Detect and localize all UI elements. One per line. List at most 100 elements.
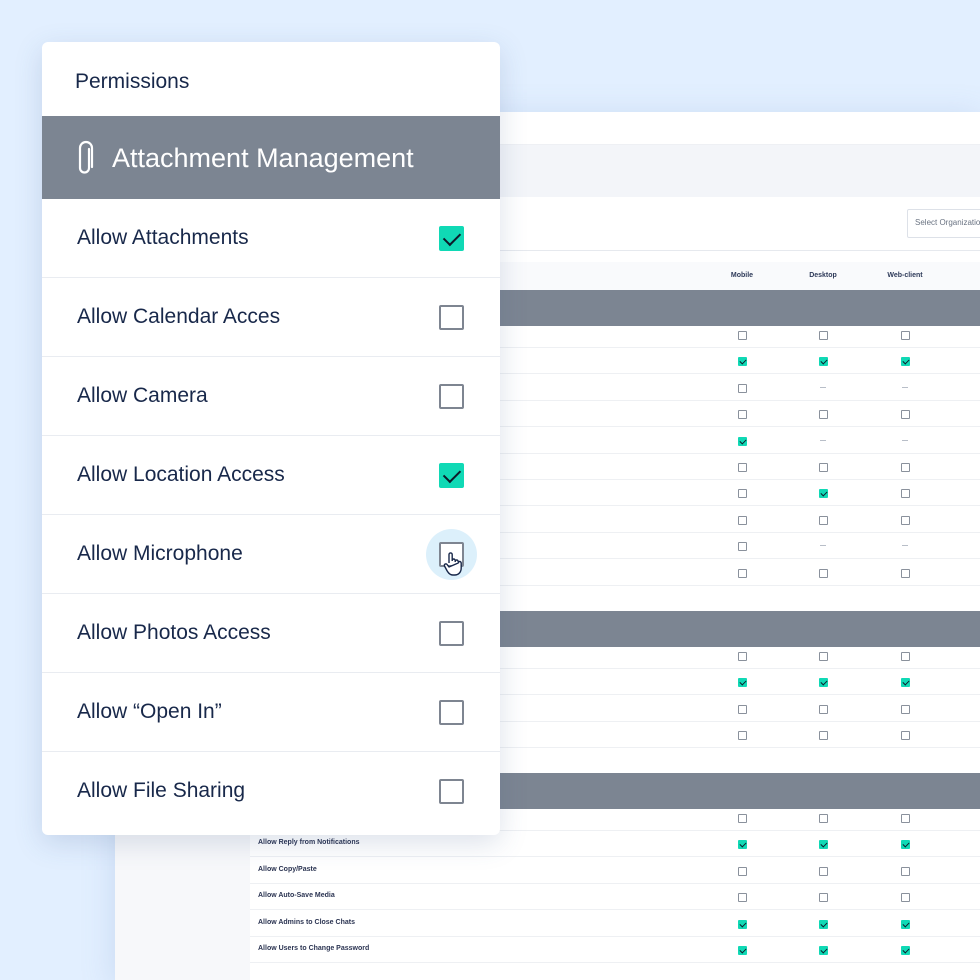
table-checkbox[interactable] [738,919,747,929]
table-checkbox[interactable] [901,893,910,903]
table-checkbox[interactable] [738,463,747,472]
permission-row-attachments: Allow Attachments [42,199,500,278]
organization-select[interactable]: Select Organization [907,209,980,238]
table-checkbox[interactable] [819,893,828,903]
table-checkbox[interactable] [901,946,910,955]
table-checkbox[interactable] [738,383,747,393]
permissions-panel: Permissions Attachment Management Allow … [42,42,500,835]
allow-location-checkbox[interactable] [439,463,464,488]
table-checkbox[interactable] [819,946,828,955]
table-checkbox[interactable] [819,357,828,367]
paperclip-icon [78,140,94,174]
table-checkbox[interactable] [901,814,910,823]
permission-row-location: Allow Location Access [42,436,500,515]
table-row-label: Allow Reply from Notifications [258,839,360,847]
table-checkbox[interactable] [901,515,910,525]
table-checkbox[interactable] [819,866,828,876]
table-checkbox[interactable] [738,331,747,340]
table-checkbox[interactable] [738,410,747,420]
table-checkbox[interactable] [819,919,828,929]
table-checkbox[interactable] [901,463,910,472]
table-checkbox[interactable] [738,436,747,446]
permission-label: Allow Attachments [77,226,249,249]
table-checkbox[interactable] [738,946,747,955]
table-checkbox[interactable] [738,542,747,552]
not-applicable-dash [820,545,826,547]
table-checkbox[interactable] [738,731,747,741]
table-checkbox[interactable] [819,704,828,714]
permission-row-file-sharing: Allow File Sharing [42,752,500,831]
not-applicable-dash [820,439,826,441]
table-checkbox[interactable] [819,331,828,340]
table-row-label: Allow Auto-Save Media [258,892,335,900]
table-checkbox[interactable] [901,731,910,741]
table-checkbox[interactable] [738,357,747,367]
not-applicable-dash [902,545,908,547]
column-header-mobile: Mobile [730,272,754,279]
table-checkbox[interactable] [819,840,828,850]
table-checkbox[interactable] [738,515,747,525]
table-checkbox[interactable] [738,678,747,688]
table-checkbox[interactable] [738,840,747,850]
table-checkbox[interactable] [901,357,910,367]
permission-label: Allow “Open In” [77,700,222,723]
table-row-label: Allow Users to Change Password [258,945,370,952]
section-header: Attachment Management [42,116,500,199]
table-checkbox[interactable] [819,678,828,688]
permission-label: Allow Location Access [77,463,285,486]
table-row-label: Allow Admins to Close Chats [258,918,355,926]
table-checkbox[interactable] [819,410,828,420]
permission-label: Allow Photos Access [77,621,271,644]
table-checkbox[interactable] [819,814,828,823]
not-applicable-dash [820,386,826,388]
table-checkbox[interactable] [901,678,910,688]
table-checkbox[interactable] [738,489,747,499]
allow-calendar-checkbox[interactable] [439,305,464,330]
section-title: Attachment Management [112,143,414,173]
permission-row-photos: Allow Photos Access [42,594,500,673]
permission-label: Allow Calendar Acces [77,305,281,328]
permission-label: Allow Camera [77,384,208,407]
allow-file-sharing-checkbox[interactable] [439,779,464,804]
table-checkbox[interactable] [901,866,910,876]
allow-camera-checkbox[interactable] [439,384,464,409]
table-checkbox[interactable] [901,410,910,420]
table-checkbox[interactable] [901,919,910,929]
table-checkbox[interactable] [901,568,910,578]
permission-row-open-in: Allow “Open In” [42,673,500,752]
not-applicable-dash [902,439,908,441]
column-header-desktop: Desktop [809,272,837,279]
table-checkbox[interactable] [901,331,910,340]
table-checkbox[interactable] [738,568,747,578]
permission-row-calendar: Allow Calendar Acces [42,278,500,357]
table-checkbox[interactable] [734,810,751,827]
column-header-web-client: Web-client [887,272,923,279]
table-checkbox[interactable] [738,866,747,876]
permission-row-camera: Allow Camera [42,357,500,436]
table-row: Allow Admins to Close Chats [250,911,980,937]
table-checkbox[interactable] [901,704,910,714]
table-checkbox[interactable] [819,489,828,499]
table-row-label: Allow Copy/Paste [258,865,317,873]
table-checkbox[interactable] [819,652,828,661]
permission-row-microphone: Allow Microphone [42,515,500,594]
permission-label: Allow Microphone [77,542,243,565]
table-checkbox[interactable] [901,840,910,850]
table-checkbox[interactable] [819,463,828,472]
table-row: Allow Reply from Notifications [250,831,980,858]
allow-photos-checkbox[interactable] [439,621,464,646]
not-applicable-dash [902,386,908,388]
table-checkbox[interactable] [819,568,828,578]
allow-open-in-checkbox[interactable] [439,700,464,725]
table-row: Allow Auto-Save Media [250,884,980,911]
table-checkbox[interactable] [819,731,828,741]
table-checkbox[interactable] [901,489,910,499]
table-row: Allow Copy/Paste [250,858,980,884]
table-checkbox[interactable] [738,893,747,903]
allow-attachments-checkbox[interactable] [439,226,464,251]
table-checkbox[interactable] [901,652,910,661]
table-checkbox[interactable] [819,515,828,525]
hand-cursor-icon [443,552,462,576]
table-checkbox[interactable] [738,704,747,714]
table-checkbox[interactable] [738,652,747,661]
